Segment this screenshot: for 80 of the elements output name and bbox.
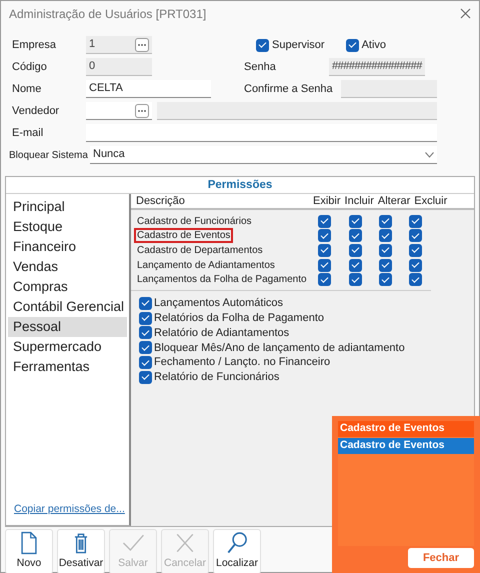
checkbox[interactable] [409,258,422,272]
email-field[interactable] [86,124,437,142]
permission-name: Lançamento de Adiantamentos [136,260,276,271]
checkbox[interactable] [378,258,392,272]
option-label: Fechamento / Lançto. no Financeiro [154,355,330,370]
checkbox[interactable] [378,273,392,286]
module-item[interactable]: Pessoal [8,317,127,337]
block-system-select[interactable]: Nunca [90,146,437,164]
checkbox[interactable] [378,244,392,257]
checkbox[interactable] [409,214,422,228]
checkbox-label: Supervisor [272,38,325,53]
toolbar-button[interactable]: Localizar [213,528,261,573]
field-label: Confirme a Senha [244,82,334,97]
checkbox[interactable] [348,273,362,286]
checkbox[interactable] [409,229,422,242]
module-item[interactable]: Financeiro [8,237,127,257]
checkbox[interactable] [139,312,152,325]
name-field[interactable]: CELTA [86,80,211,98]
checkbox-label: Ativo [362,38,386,53]
checkbox[interactable] [318,273,332,286]
module-item[interactable]: Supermercado [8,337,127,357]
checkbox[interactable] [348,258,362,272]
close-icon [460,8,471,19]
checkbox[interactable] [318,229,332,242]
module-item[interactable]: Contábil Gerencial [8,297,127,317]
checkbox[interactable] [318,258,332,272]
checkbox[interactable] [139,356,152,370]
checkbox[interactable] [348,229,362,242]
toolbar-button[interactable]: Desativar [57,528,105,573]
option-label: Lançamentos Automáticos [154,296,284,312]
option-label: Relatório de Funcionários [154,370,280,386]
checkbox[interactable] [318,214,332,228]
column-header: Descrição [135,194,186,209]
field-label: E-mail [11,126,44,141]
checkbox[interactable] [409,273,422,286]
lookup-button[interactable] [135,104,149,118]
supervisor-checkbox[interactable] [256,38,269,52]
result-item[interactable]: Cadastro de Eventos [338,438,474,454]
option-label: Relatório de Adiantamentos [154,326,290,341]
column-header: Exibir [313,194,341,209]
checkbox[interactable] [139,341,152,354]
module-item[interactable]: Ferramentas [8,357,127,377]
permission-name: Cadastro de Funcionários [136,216,253,227]
checkbox[interactable] [348,244,362,257]
column-header: Alterar [378,194,410,209]
module-item[interactable]: Compras [8,277,127,297]
active-checkbox[interactable] [346,38,359,52]
checkbox[interactable] [139,326,152,340]
checkbox[interactable] [378,229,392,242]
column-header: Excluir [414,194,448,209]
option-label: Bloquear Mês/Ano de lançamento de adiantamento [154,340,405,356]
permission-name: Cadastro de Departamentos [136,244,264,256]
module-item[interactable]: Vendas [8,257,127,277]
seller-field[interactable] [86,102,152,120]
field-label: Nome [11,82,42,97]
field-label: Código [11,60,48,75]
copy-permissions-link[interactable]: Copiar permissões de... [8,502,127,522]
field-label: Senha [244,60,277,75]
checkbox[interactable] [139,296,152,310]
column-header: Incluir [344,194,374,209]
window-title: Administração de Usuários [PRT031] [9,6,206,22]
checkbox[interactable] [348,214,362,228]
checkbox[interactable] [378,214,392,228]
module-item[interactable]: Estoque [8,217,127,237]
permission-name: Cadastro de Eventos [136,230,232,242]
option-label: Relatórios da Folha de Pagamento [154,310,324,326]
checkbox[interactable] [318,244,332,257]
field-label: Empresa [11,38,58,53]
field-label: Bloquear Sistema [8,148,89,162]
module-item[interactable]: Principal [8,197,127,217]
permission-name: Lançamentos da Folha de Pagamento [136,274,308,286]
field-label: Vendedor [11,104,60,119]
toolbar-button[interactable]: Novo [5,528,53,573]
seller-name-field[interactable] [157,102,437,120]
checkbox[interactable] [139,370,152,384]
section-title: Permissões [6,177,474,194]
password-field[interactable]: ################ [329,58,425,76]
checkbox[interactable] [409,244,422,257]
confirm-password-field[interactable] [341,80,437,98]
chevron-down-icon [425,152,434,158]
